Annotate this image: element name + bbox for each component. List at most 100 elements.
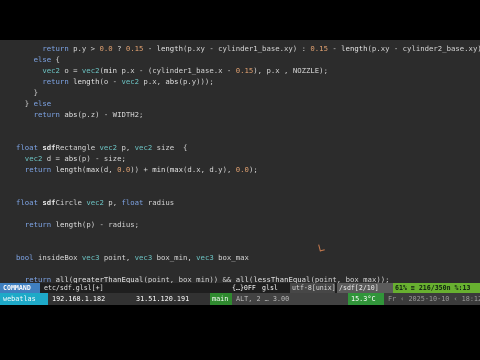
- code-token: return: [24, 275, 52, 283]
- code-token: length: [341, 44, 368, 53]
- file-name: etc/sdf.glsl[+]: [44, 284, 104, 292]
- code-token: abs: [64, 110, 78, 119]
- code-line[interactable]: return p.y > 0.0 ? 0.15 - length(p.xy - …: [16, 43, 480, 54]
- code-token: sdf: [42, 198, 56, 207]
- code-line[interactable]: [16, 186, 480, 197]
- code-token: 0.0: [99, 44, 113, 53]
- code-token: p.x,: [139, 77, 166, 86]
- code-token: {: [51, 55, 60, 64]
- code-line[interactable]: else {: [16, 54, 480, 65]
- mode-indicator: COMMAND: [0, 283, 40, 293]
- code-token: }: [16, 99, 34, 108]
- code-token: vec2: [81, 66, 100, 75]
- code-token: (p.xy - cylinder1_base.xy) :: [182, 44, 311, 53]
- code-token: box_min,: [152, 253, 197, 262]
- code-token: max: [169, 165, 184, 174]
- code-token: )) +: [130, 165, 153, 174]
- code-token: );: [248, 165, 258, 174]
- code-token: (d.x, d.y),: [183, 165, 236, 174]
- code-token: Circle: [55, 198, 87, 207]
- code-token: vec2: [121, 77, 140, 86]
- code-token: greaterThanEqual: [73, 275, 144, 283]
- code-token: return: [33, 110, 60, 119]
- temperature-readout: 15.3°C: [348, 293, 384, 305]
- code-line[interactable]: bool insideBox vec3 point, vec3 box_min,…: [16, 252, 480, 263]
- current-function: /sdf[2/10]: [337, 283, 393, 293]
- code-token: return: [24, 220, 52, 229]
- file-type: glsl: [262, 284, 278, 292]
- code-token: vec3: [81, 253, 100, 262]
- tmux-window-tab[interactable]: main: [210, 293, 232, 305]
- code-line[interactable]: return length(max(d, 0.0)) + min(max(d.x…: [16, 164, 480, 175]
- code-token: p,: [117, 143, 135, 152]
- code-token: o =: [59, 66, 82, 75]
- tmux-window-title: ALT, 2 … 3.00: [232, 293, 348, 305]
- code-token: (p.xy - cylinder2_base.xy);: [367, 44, 480, 53]
- code-token: -: [327, 44, 342, 53]
- code-line[interactable]: [16, 120, 480, 131]
- code-token: all: [235, 275, 249, 283]
- code-token: 0.15: [235, 66, 254, 75]
- fold-status: {…}0FF: [232, 284, 256, 292]
- code-token: insideBox: [33, 253, 82, 262]
- code-token: vec2: [86, 198, 104, 207]
- code-line[interactable]: vec2 o = vec2(min p.x - (cylinder1_base.…: [16, 65, 480, 76]
- code-token: return: [42, 44, 69, 53]
- code-token: (point, box_min)) &&: [143, 275, 236, 283]
- code-token: (p.y)));: [178, 77, 214, 86]
- code-token: return: [24, 165, 52, 174]
- code-line[interactable]: return all(greaterThanEqual(point, box_m…: [16, 274, 480, 283]
- code-editor[interactable]: return p.y > 0.0 ? 0.15 - length(p.xy - …: [0, 40, 480, 283]
- code-line[interactable]: } else: [16, 98, 480, 109]
- code-line[interactable]: [16, 241, 480, 252]
- code-line[interactable]: [16, 230, 480, 241]
- code-token: ), p.x , NOZZLE);: [253, 66, 328, 75]
- code-token: vec2: [99, 143, 118, 152]
- code-token: length: [73, 77, 100, 86]
- code-token: p.y >: [68, 44, 100, 53]
- code-line[interactable]: return length(p) - radius;: [16, 219, 480, 230]
- code-token: (d,: [99, 165, 118, 174]
- local-ip: 192.168.1.182: [52, 295, 106, 303]
- code-token: sdf: [42, 143, 56, 152]
- tmux-status-bar: webatlas 192.168.1.182 31.51.120.191 mai…: [0, 293, 480, 305]
- code-line[interactable]: float sdfRectangle vec2 p, vec2 size {: [16, 142, 480, 153]
- code-line[interactable]: [16, 263, 480, 274]
- code-token: float: [121, 198, 144, 207]
- code-token: (p) - size;: [77, 154, 126, 163]
- code-token: float: [16, 198, 38, 207]
- code-token: d =: [42, 154, 65, 163]
- code-line[interactable]: return abs(p.z) - WIDTH2;: [16, 109, 480, 120]
- code-token: box_max: [213, 253, 249, 262]
- code-line[interactable]: float sdfCircle vec2 p, float radius: [16, 197, 480, 208]
- code-line[interactable]: [16, 208, 480, 219]
- code-token: 0.0: [235, 165, 249, 174]
- code-token: radius: [143, 198, 175, 207]
- code-token: bool: [16, 253, 34, 262]
- code-token: -: [143, 44, 157, 53]
- code-token: ?: [112, 44, 126, 53]
- code-token: abs: [165, 77, 179, 86]
- vim-statusline: COMMAND etc/sdf.glsl[+] {…}0FF glsl utf-…: [0, 283, 480, 293]
- code-token: (p.z) - WIDTH2;: [77, 110, 144, 119]
- code-token: 0.15: [125, 44, 144, 53]
- code-line[interactable]: }: [16, 87, 480, 98]
- code-token: else: [33, 99, 52, 108]
- cursor-position: 61% ≡ 216/350n %:13: [393, 283, 480, 293]
- code-token: (p) - radius;: [81, 220, 140, 229]
- code-line[interactable]: [16, 131, 480, 142]
- code-token: min: [103, 66, 118, 75]
- code-token: all: [55, 275, 69, 283]
- code-token: 0.15: [310, 44, 328, 53]
- video-frame: return p.y > 0.0 ? 0.15 - length(p.xy - …: [0, 0, 480, 360]
- code-token: (point, box_max));: [310, 275, 390, 283]
- code-line[interactable]: vec2 d = abs(p) - size;: [16, 153, 480, 164]
- code-token: return: [42, 77, 69, 86]
- code-line[interactable]: [16, 175, 480, 186]
- code-line[interactable]: return length(o - vec2 p.x, abs(p.y)));: [16, 76, 480, 87]
